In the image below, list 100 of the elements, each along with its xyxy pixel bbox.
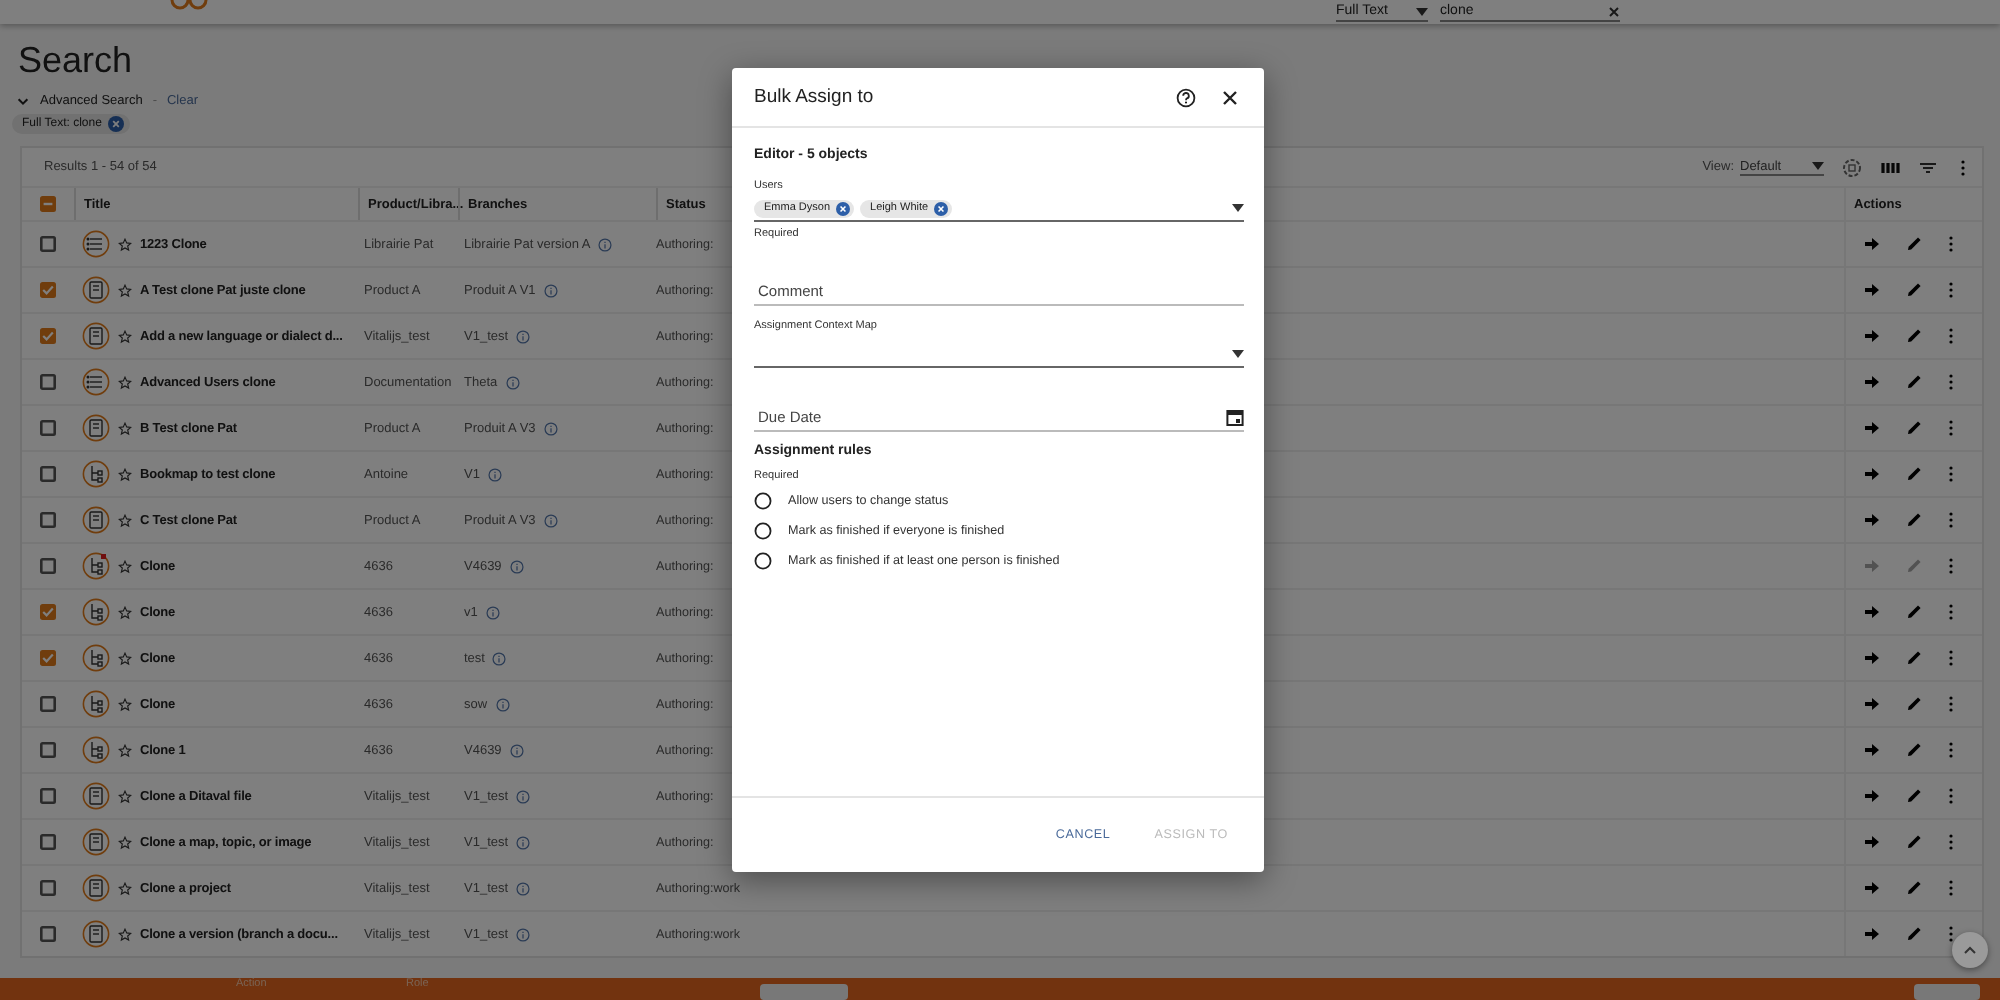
arrow-icon[interactable] (1864, 328, 1880, 344)
info-icon[interactable] (598, 237, 613, 251)
star-icon[interactable] (118, 467, 132, 481)
more-icon[interactable] (1960, 159, 1966, 175)
close-icon[interactable] (1220, 87, 1240, 107)
pencil-icon[interactable] (1906, 374, 1922, 390)
checkbox[interactable] (40, 650, 56, 666)
star-icon[interactable] (118, 605, 132, 619)
pencil-icon[interactable] (1906, 834, 1922, 850)
more-icon[interactable] (1948, 374, 1954, 390)
star-icon[interactable] (118, 375, 132, 389)
pencil-icon[interactable] (1906, 512, 1922, 528)
star-icon[interactable] (118, 237, 132, 251)
arrow-icon[interactable] (1864, 236, 1880, 252)
arrow-icon[interactable] (1864, 650, 1880, 666)
more-icon[interactable] (1948, 880, 1954, 896)
pencil-icon[interactable] (1906, 880, 1922, 896)
help-icon[interactable] (1176, 87, 1196, 107)
info-icon[interactable] (543, 283, 558, 297)
checkbox[interactable] (40, 926, 56, 942)
dropdown-arrow-icon[interactable] (1232, 204, 1244, 212)
pencil-icon[interactable] (1906, 742, 1922, 758)
checkbox[interactable] (40, 788, 56, 804)
info-icon[interactable] (516, 329, 531, 343)
star-icon[interactable] (118, 697, 132, 711)
filter-icon[interactable] (1918, 157, 1938, 177)
more-icon[interactable] (1948, 236, 1954, 252)
chevron-up-icon[interactable] (1964, 946, 1976, 954)
arrow-icon[interactable] (1864, 282, 1880, 298)
more-icon[interactable] (1948, 788, 1954, 804)
remove-icon[interactable] (836, 201, 851, 215)
star-icon[interactable] (118, 789, 132, 803)
star-icon[interactable] (118, 651, 132, 665)
star-icon[interactable] (118, 927, 132, 941)
pencil-icon[interactable] (1906, 604, 1922, 620)
arrow-icon[interactable] (1864, 926, 1880, 942)
info-icon[interactable] (492, 651, 507, 665)
more-icon[interactable] (1948, 466, 1954, 482)
radio-icon[interactable] (754, 491, 772, 509)
checkbox[interactable] (40, 696, 56, 712)
info-icon[interactable] (495, 697, 510, 711)
info-icon[interactable] (509, 743, 524, 757)
checkbox[interactable] (40, 834, 56, 850)
arrow-icon[interactable] (1864, 880, 1880, 896)
radio-icon[interactable] (754, 551, 772, 569)
checkbox[interactable] (40, 512, 56, 528)
info-icon[interactable] (543, 513, 558, 527)
checkbox[interactable] (40, 328, 56, 344)
checkbox[interactable] (40, 604, 56, 620)
remove-icon[interactable] (107, 116, 124, 132)
arrow-icon[interactable] (1864, 374, 1880, 390)
checkbox[interactable] (40, 196, 56, 212)
pencil-icon[interactable] (1906, 466, 1922, 482)
arrow-icon[interactable] (1864, 420, 1880, 436)
chevron-icon[interactable] (16, 93, 30, 107)
more-icon[interactable] (1948, 512, 1954, 528)
checkbox[interactable] (40, 558, 56, 574)
checkbox[interactable] (40, 282, 56, 298)
info-icon[interactable] (509, 559, 524, 573)
arrow-icon[interactable] (1864, 696, 1880, 712)
star-icon[interactable] (118, 743, 132, 757)
info-icon[interactable] (516, 789, 531, 803)
calendar-icon[interactable] (1226, 408, 1244, 426)
pencil-icon[interactable] (1906, 420, 1922, 436)
pencil-icon[interactable] (1906, 926, 1922, 942)
arrow-icon[interactable] (1864, 466, 1880, 482)
star-icon[interactable] (118, 283, 132, 297)
arrow-icon[interactable] (1864, 788, 1880, 804)
columns-icon[interactable] (1880, 157, 1900, 177)
arrow-icon[interactable] (1864, 834, 1880, 850)
checkbox[interactable] (40, 236, 56, 252)
star-icon[interactable] (118, 421, 132, 435)
pencil-icon[interactable] (1906, 282, 1922, 298)
remove-icon[interactable] (934, 201, 949, 215)
more-icon[interactable] (1948, 558, 1954, 574)
star-icon[interactable] (118, 835, 132, 849)
more-icon[interactable] (1948, 282, 1954, 298)
more-icon[interactable] (1948, 328, 1954, 344)
pencil-icon[interactable] (1906, 650, 1922, 666)
info-icon[interactable] (516, 835, 531, 849)
radio-icon[interactable] (754, 521, 772, 539)
checkbox[interactable] (40, 466, 56, 482)
star-icon[interactable] (118, 329, 132, 343)
info-icon[interactable] (543, 421, 558, 435)
refresh-icon[interactable] (1842, 157, 1862, 177)
pencil-icon[interactable] (1906, 788, 1922, 804)
more-icon[interactable] (1948, 742, 1954, 758)
star-icon[interactable] (118, 881, 132, 895)
checkbox[interactable] (40, 880, 56, 896)
scroll-top-button[interactable] (1952, 932, 1988, 968)
star-icon[interactable] (118, 559, 132, 573)
star-icon[interactable] (118, 513, 132, 527)
more-icon[interactable] (1948, 604, 1954, 620)
pencil-icon[interactable] (1906, 328, 1922, 344)
more-icon[interactable] (1948, 834, 1954, 850)
pencil-icon[interactable] (1906, 696, 1922, 712)
pencil-icon[interactable] (1906, 236, 1922, 252)
arrow-icon[interactable] (1864, 742, 1880, 758)
info-icon[interactable] (516, 927, 531, 941)
arrow-icon[interactable] (1864, 604, 1880, 620)
